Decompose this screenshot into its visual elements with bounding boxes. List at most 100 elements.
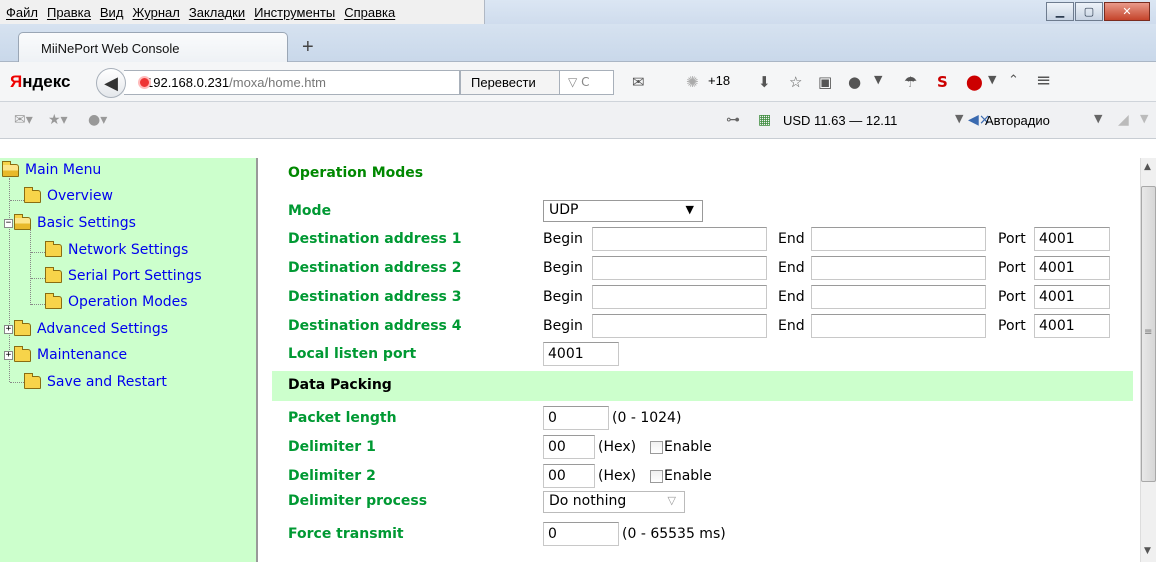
- mode-select[interactable]: UDP ▼: [543, 200, 703, 222]
- scroll-down-icon[interactable]: ▼: [1144, 546, 1151, 556]
- delimiter-1-enable-checkbox[interactable]: [650, 441, 663, 454]
- destination-4-end-input[interactable]: [811, 314, 986, 338]
- sidebar-item-network-settings[interactable]: Network Settings: [45, 240, 188, 258]
- menu-tools[interactable]: Инструменты: [254, 5, 335, 20]
- sidebar-item-save-and-restart[interactable]: Save and Restart: [24, 372, 167, 390]
- data-packing-title: Data Packing: [288, 377, 392, 393]
- reload-icon[interactable]: C: [581, 75, 589, 89]
- sidebar-item-label: Basic Settings: [37, 215, 136, 231]
- currency-rate[interactable]: USD 11.63 — 12.11: [783, 113, 897, 128]
- reading-list-icon[interactable]: ▣: [818, 73, 832, 91]
- sidebar-item-label: Maintenance: [37, 347, 128, 363]
- adblock-icon[interactable]: ⬤: [966, 73, 983, 91]
- comment-icon[interactable]: ●▾: [88, 112, 107, 128]
- destination-2-label: Destination address 2: [288, 260, 462, 276]
- back-button[interactable]: ◀: [96, 68, 126, 98]
- sidebar-item-basic-settings[interactable]: − Basic Settings: [4, 213, 136, 231]
- mail-icon[interactable]: ✉▾: [14, 112, 33, 128]
- close-window-button[interactable]: ✕: [1104, 2, 1150, 21]
- mail-icon[interactable]: ✉: [632, 73, 645, 91]
- sidebar-item-overview[interactable]: Overview: [24, 186, 113, 204]
- destination-1-label: Destination address 1: [288, 231, 462, 247]
- force-transmit-input[interactable]: 0: [543, 522, 619, 546]
- scroll-up-icon[interactable]: ▲: [1144, 162, 1151, 172]
- sidebar-item-advanced-settings[interactable]: + Advanced Settings: [4, 319, 168, 337]
- new-tab-button[interactable]: +: [302, 36, 314, 59]
- sidebar-item-main-menu[interactable]: Main Menu: [2, 160, 102, 178]
- destination-4-label: Destination address 4: [288, 318, 462, 334]
- destination-3-end-input[interactable]: [811, 285, 986, 309]
- collapse-icon[interactable]: ⌃: [1008, 73, 1019, 88]
- expand-toggle-icon[interactable]: +: [4, 324, 13, 334]
- star-icon[interactable]: ☆: [789, 73, 802, 91]
- end-label: End: [778, 260, 805, 276]
- scrollbar-thumb[interactable]: ≡: [1141, 186, 1156, 482]
- folder-icon: [14, 319, 31, 336]
- packet-length-range: (0 - 1024): [612, 410, 682, 426]
- radio-station[interactable]: Авторадио: [985, 113, 1050, 128]
- destination-1-port-input[interactable]: 4001: [1034, 227, 1110, 251]
- end-label: End: [778, 231, 805, 247]
- sidebar-item-operation-modes[interactable]: Operation Modes: [45, 292, 188, 310]
- radio-dropdown-icon[interactable]: ▼: [1094, 112, 1102, 125]
- favorite-icon[interactable]: ★▾: [48, 112, 68, 128]
- destination-3-port-input[interactable]: 4001: [1034, 285, 1110, 309]
- mode-label: Mode: [288, 203, 332, 219]
- destination-2-end-input[interactable]: [811, 256, 986, 280]
- delimiter-2-input[interactable]: 00: [543, 464, 595, 488]
- signal-dropdown-icon[interactable]: ▼: [1140, 112, 1148, 125]
- menu-edit[interactable]: Правка: [47, 5, 91, 20]
- destination-2-begin-input[interactable]: [592, 256, 767, 280]
- destination-4-begin-input[interactable]: [592, 314, 767, 338]
- download-icon[interactable]: ⬇: [758, 73, 771, 91]
- history-dropdown-icon[interactable]: ▽: [568, 75, 577, 89]
- sidebar-tree: Main Menu Overview − Basic Settings Netwo…: [0, 158, 258, 562]
- key-icon[interactable]: ⊶: [726, 112, 740, 128]
- hamburger-menu-icon[interactable]: ≡: [1036, 70, 1051, 91]
- begin-label: Begin: [543, 318, 583, 334]
- menu-help[interactable]: Справка: [344, 5, 395, 20]
- destination-1-end-input[interactable]: [811, 227, 986, 251]
- sidebar-item-serial-port-settings[interactable]: Serial Port Settings: [45, 266, 202, 284]
- menu-file[interactable]: Файл: [6, 5, 38, 20]
- collapse-toggle-icon[interactable]: −: [4, 218, 13, 228]
- local-port-input[interactable]: 4001: [543, 342, 619, 366]
- weather-icon[interactable]: ✺: [686, 73, 699, 91]
- yandex-logo[interactable]: Яндекс: [10, 72, 70, 92]
- folder-icon: [24, 372, 41, 389]
- chat-icon[interactable]: ●: [848, 73, 861, 91]
- tab-miineport[interactable]: MiiNePort Web Console: [18, 32, 288, 63]
- expand-toggle-icon[interactable]: +: [4, 350, 13, 360]
- chat-dropdown-icon[interactable]: ▼: [874, 73, 882, 86]
- translate-button[interactable]: Перевести: [460, 70, 560, 95]
- delimiter-1-input[interactable]: 00: [543, 435, 595, 459]
- folder-icon: [45, 266, 62, 283]
- site-identity-icon[interactable]: [138, 76, 151, 89]
- destination-2-port-input[interactable]: 4001: [1034, 256, 1110, 280]
- chevron-down-icon: ▽: [667, 494, 676, 507]
- menu-bookmarks[interactable]: Закладки: [189, 5, 245, 20]
- chevron-down-icon: ▼: [685, 203, 694, 216]
- grip-icon: ≡: [1144, 327, 1153, 338]
- port-label: Port: [998, 318, 1026, 334]
- port-label: Port: [998, 260, 1026, 276]
- menu-view[interactable]: Вид: [100, 5, 124, 20]
- delimiter-2-enable-checkbox[interactable]: [650, 470, 663, 483]
- url-host: 192.168.0.231: [146, 75, 230, 90]
- destination-1-begin-input[interactable]: [592, 227, 767, 251]
- destination-4-port-input[interactable]: 4001: [1034, 314, 1110, 338]
- destination-3-begin-input[interactable]: [592, 285, 767, 309]
- minimize-button[interactable]: ▁: [1046, 2, 1074, 21]
- sync-icon[interactable]: S: [937, 73, 948, 91]
- extension-icon[interactable]: ☂: [904, 73, 917, 91]
- sidebar-item-maintenance[interactable]: + Maintenance: [4, 345, 128, 363]
- sidebar-item-label: Main Menu: [25, 162, 102, 178]
- packet-length-input[interactable]: 0: [543, 406, 609, 430]
- url-field[interactable]: 192.168.0.231/moxa/home.htm: [124, 70, 460, 95]
- delimiter-process-select[interactable]: Do nothing ▽: [543, 491, 685, 513]
- rate-dropdown-icon[interactable]: ▼: [955, 112, 963, 125]
- sidebar-item-label: Serial Port Settings: [68, 268, 202, 284]
- maximize-button[interactable]: ▢: [1075, 2, 1103, 21]
- adblock-dropdown-icon[interactable]: ▼: [988, 73, 996, 86]
- menu-history[interactable]: Журнал: [132, 5, 179, 20]
